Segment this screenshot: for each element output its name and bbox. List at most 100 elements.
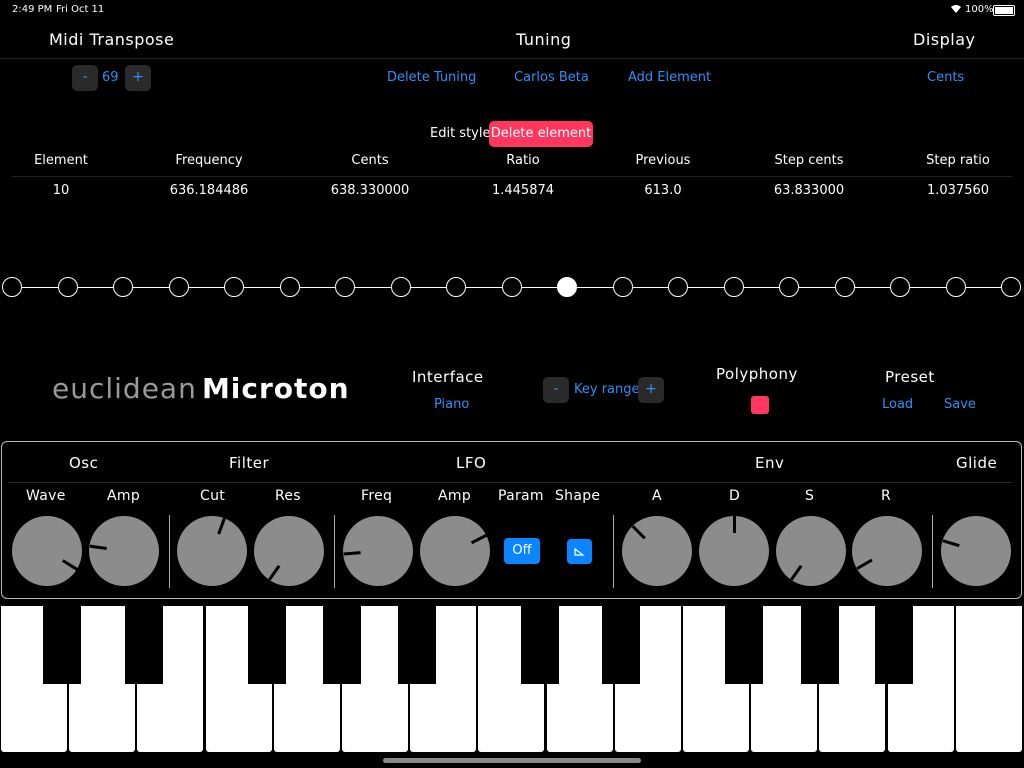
tuning-name-button[interactable]: Carlos Beta bbox=[514, 70, 589, 85]
delete-tuning-button[interactable]: Delete Tuning bbox=[387, 70, 476, 85]
section-separator bbox=[334, 515, 335, 588]
black-key[interactable] bbox=[801, 606, 839, 684]
black-key[interactable] bbox=[875, 606, 913, 684]
section-separator bbox=[613, 515, 614, 588]
wifi-icon bbox=[950, 4, 962, 17]
key-range-label: Key range bbox=[574, 382, 640, 397]
lfo-amp-knob[interactable] bbox=[420, 516, 490, 586]
display-mode-button[interactable]: Cents bbox=[927, 70, 964, 85]
sustain-knob[interactable] bbox=[776, 516, 846, 586]
scale-dot[interactable] bbox=[779, 277, 799, 297]
shape-button[interactable] bbox=[567, 539, 592, 564]
knob-indicator bbox=[268, 550, 290, 581]
home-indicator bbox=[383, 758, 641, 763]
knob-label-osc-amp: Amp bbox=[107, 488, 141, 504]
knob-label-res: Res bbox=[275, 488, 301, 504]
scale-dot[interactable] bbox=[668, 277, 688, 297]
scale-dot[interactable] bbox=[57, 277, 78, 297]
display-title: Display bbox=[913, 30, 976, 49]
black-key[interactable] bbox=[602, 606, 640, 684]
section-separator bbox=[932, 515, 933, 588]
black-key[interactable] bbox=[323, 606, 361, 684]
section-glide: Glide bbox=[956, 454, 998, 472]
scale-dot[interactable] bbox=[168, 277, 189, 297]
transpose-plus-button[interactable]: + bbox=[125, 65, 151, 91]
polyphony-toggle[interactable] bbox=[751, 396, 769, 414]
scale-dot[interactable] bbox=[557, 277, 577, 297]
col-header-frequency: Frequency bbox=[175, 153, 243, 168]
cell-previous: 613.0 bbox=[644, 183, 682, 198]
cell-step-cents: 63.833000 bbox=[773, 183, 845, 198]
scale-dot[interactable] bbox=[113, 277, 133, 297]
delete-element-button[interactable]: Delete element bbox=[489, 121, 593, 147]
black-key[interactable] bbox=[725, 606, 763, 684]
ramp-icon bbox=[574, 547, 585, 556]
scale-dot[interactable] bbox=[335, 277, 355, 297]
scale-dot[interactable] bbox=[2, 277, 22, 297]
polyphony-label: Polyphony bbox=[716, 365, 798, 383]
cell-frequency: 636.184486 bbox=[169, 183, 249, 198]
black-key[interactable] bbox=[248, 606, 286, 684]
table-divider bbox=[12, 176, 1012, 177]
key-range-plus-button[interactable]: + bbox=[638, 377, 664, 403]
scale-dot[interactable] bbox=[834, 277, 855, 297]
interface-label: Interface bbox=[412, 368, 484, 386]
col-header-cents: Cents bbox=[351, 153, 389, 168]
glide-knob[interactable] bbox=[941, 516, 1011, 586]
black-key[interactable] bbox=[521, 606, 559, 684]
scale-dot[interactable] bbox=[723, 277, 744, 297]
scale-dot[interactable] bbox=[890, 277, 910, 297]
knob-indicator bbox=[631, 525, 658, 552]
black-key[interactable] bbox=[125, 606, 163, 684]
battery-percent: 100% bbox=[965, 4, 994, 15]
knob-indicator bbox=[47, 550, 78, 571]
cell-cents: 638.330000 bbox=[330, 183, 410, 198]
brand-microton: Microton bbox=[201, 372, 350, 405]
osc-amp-knob[interactable] bbox=[89, 516, 159, 586]
preset-load-button[interactable]: Load bbox=[882, 397, 913, 412]
midi-transpose-title: Midi Transpose bbox=[49, 30, 175, 49]
white-key[interactable] bbox=[955, 606, 1022, 752]
key-range-minus-button[interactable]: - bbox=[543, 377, 569, 403]
knob-indicator bbox=[942, 539, 977, 553]
col-header-element: Element bbox=[34, 153, 88, 168]
scale-dot[interactable] bbox=[945, 277, 966, 297]
scale-dot[interactable] bbox=[612, 277, 633, 297]
preset-label: Preset bbox=[885, 368, 935, 386]
transpose-minus-button[interactable]: - bbox=[72, 65, 98, 91]
release-knob[interactable] bbox=[852, 516, 922, 586]
header-divider bbox=[0, 58, 1024, 59]
section-separator bbox=[169, 515, 170, 588]
scale-dot[interactable] bbox=[1001, 277, 1021, 297]
wave-knob[interactable] bbox=[12, 516, 82, 586]
scale-dot[interactable] bbox=[279, 277, 300, 297]
knob-indicator bbox=[211, 517, 226, 551]
transpose-value[interactable]: 69 bbox=[102, 70, 119, 85]
knob-indicator bbox=[856, 550, 889, 570]
interface-value-button[interactable]: Piano bbox=[434, 397, 469, 412]
cell-step-ratio: 1.037560 bbox=[926, 183, 990, 198]
section-lfo: LFO bbox=[456, 454, 487, 472]
scale-dot[interactable] bbox=[390, 277, 411, 297]
knob-indicator bbox=[790, 550, 812, 581]
scale-dot[interactable] bbox=[446, 277, 466, 297]
cell-ratio: 1.445874 bbox=[491, 183, 555, 198]
decay-knob[interactable] bbox=[699, 516, 769, 586]
col-header-previous: Previous bbox=[635, 153, 691, 168]
knob-label-cut: Cut bbox=[200, 488, 226, 504]
scale-dot[interactable] bbox=[224, 277, 244, 297]
cut-knob[interactable] bbox=[177, 516, 247, 586]
param-toggle-button[interactable]: Off bbox=[504, 538, 540, 564]
battery-icon bbox=[993, 5, 1015, 16]
preset-save-button[interactable]: Save bbox=[944, 397, 976, 412]
black-key[interactable] bbox=[398, 606, 436, 684]
res-knob[interactable] bbox=[254, 516, 324, 586]
param-label: Param bbox=[498, 488, 544, 504]
black-key[interactable] bbox=[43, 606, 81, 684]
freq-knob[interactable] bbox=[343, 516, 413, 586]
brand-euclidean: euclidean bbox=[52, 372, 197, 405]
scale-dot[interactable] bbox=[501, 277, 522, 297]
add-element-button[interactable]: Add Element bbox=[628, 70, 711, 85]
app-logo: euclidean Microton bbox=[52, 372, 350, 405]
attack-knob[interactable] bbox=[622, 516, 692, 586]
